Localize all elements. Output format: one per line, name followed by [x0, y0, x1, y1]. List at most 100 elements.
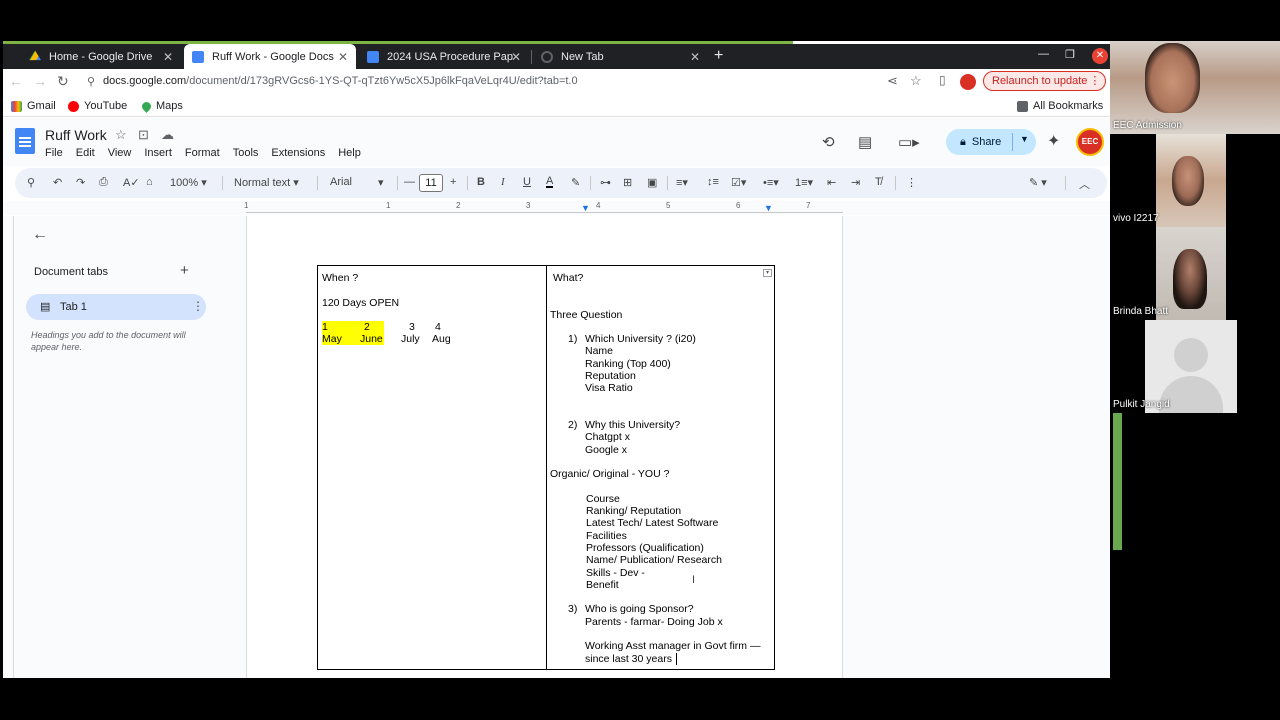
restore-icon[interactable]: ❐: [1065, 48, 1075, 61]
insert-image-icon[interactable]: ▣: [647, 176, 657, 189]
ruler-number: 7: [806, 201, 811, 210]
menu-file[interactable]: File: [45, 147, 63, 159]
redo-icon[interactable]: ↷: [76, 176, 85, 189]
increase-font-icon[interactable]: +: [450, 176, 456, 188]
relaunch-button[interactable]: Relaunch to update ⋮: [983, 71, 1107, 91]
participant-tile[interactable]: Brinda Bhatt: [1110, 227, 1280, 320]
document-title[interactable]: Ruff Work: [45, 127, 107, 143]
menu-format[interactable]: Format: [185, 147, 220, 159]
close-icon[interactable]: ✕: [163, 50, 173, 64]
menu-view[interactable]: View: [108, 147, 132, 159]
participant-tile[interactable]: Pulkit Jangid: [1110, 320, 1280, 413]
menu-help[interactable]: Help: [338, 147, 361, 159]
close-icon[interactable]: ✕: [511, 50, 521, 64]
tab-new-tab[interactable]: New Tab ✕: [533, 44, 708, 69]
style-select[interactable]: Normal text ▾: [234, 176, 299, 189]
star-icon[interactable]: ☆: [910, 73, 922, 89]
account-avatar[interactable]: EEC: [1076, 128, 1104, 156]
url-field[interactable]: docs.google.com/document/d/173gRVGcs6-1Y…: [103, 75, 578, 87]
more-icon[interactable]: ⋮: [192, 299, 204, 313]
menu-extensions[interactable]: Extensions: [271, 147, 325, 159]
share-button[interactable]: 🔒︎ Share ▼: [946, 129, 1036, 155]
link-icon[interactable]: ⊶: [600, 176, 611, 189]
back-icon[interactable]: ←: [9, 73, 23, 89]
add-tab-icon[interactable]: +: [180, 262, 189, 279]
undo-icon[interactable]: ↶: [53, 176, 62, 189]
menu-insert[interactable]: Insert: [144, 147, 172, 159]
search-menus-icon[interactable]: ⚲: [27, 176, 35, 189]
checklist-icon[interactable]: ☑▾: [731, 176, 746, 189]
bulleted-list-icon[interactable]: •≡▾: [763, 176, 779, 189]
side-panel-icon[interactable]: ▯: [939, 73, 946, 87]
zoom-select[interactable]: 100% ▾: [170, 176, 207, 189]
numbered-list-icon[interactable]: 1≡▾: [795, 176, 813, 189]
q1-number: 1): [568, 333, 578, 345]
forward-icon[interactable]: →: [33, 73, 47, 89]
more-icon[interactable]: ⋮: [906, 176, 917, 189]
ruler-band: [246, 205, 843, 213]
meet-icon[interactable]: ▭▸: [898, 133, 920, 151]
move-folder-icon[interactable]: ⊡: [138, 127, 149, 143]
chevron-down-icon[interactable]: ▼: [1020, 134, 1029, 144]
menu-edit[interactable]: Edit: [76, 147, 95, 159]
increase-indent-icon[interactable]: ⇥: [851, 176, 860, 189]
font-size-input[interactable]: 11: [419, 174, 443, 192]
bold-icon[interactable]: B: [477, 176, 485, 188]
comments-icon[interactable]: ▤: [858, 133, 872, 151]
decrease-font-icon[interactable]: —: [404, 176, 415, 188]
document-page[interactable]: When ? 120 Days OPEN 12 3 4 May June July…: [246, 216, 843, 678]
font-select[interactable]: Arial ▾: [330, 176, 388, 189]
site-info-icon[interactable]: ⚲: [87, 75, 95, 88]
print-icon[interactable]: ⎙: [99, 176, 108, 189]
docs-logo-icon[interactable]: [15, 128, 35, 154]
close-icon[interactable]: ✕: [690, 50, 700, 64]
underline-icon[interactable]: U: [523, 176, 531, 188]
decrease-indent-icon[interactable]: ⇤: [827, 176, 836, 189]
browser-window: Home - Google Drive ✕ Ruff Work - Google…: [3, 41, 1110, 678]
paint-format-icon[interactable]: ⌂: [146, 176, 153, 188]
highlight-icon[interactable]: ✎: [571, 176, 580, 189]
add-comment-icon[interactable]: ⊞: [623, 176, 632, 189]
reload-icon[interactable]: ↻: [57, 73, 69, 90]
profile-icon[interactable]: [960, 74, 976, 90]
bookmark-youtube[interactable]: YouTube: [68, 100, 127, 112]
minimize-icon[interactable]: —: [1038, 48, 1049, 60]
align-icon[interactable]: ≡▾: [676, 176, 688, 189]
editing-mode-icon[interactable]: ✎ ▾: [1029, 176, 1047, 189]
all-bookmarks[interactable]: All Bookmarks: [1017, 100, 1103, 112]
font-value: Arial: [330, 176, 353, 188]
bookmark-maps[interactable]: Maps: [140, 99, 183, 113]
participant-tile[interactable]: EEC Admission: [1110, 41, 1280, 134]
q1-item: Reputation: [585, 370, 636, 382]
tab-ruff-work[interactable]: Ruff Work - Google Docs ✕: [184, 44, 356, 69]
ruler-number: 2: [456, 201, 461, 210]
participant-tile[interactable]: vivo I2217: [1110, 134, 1280, 227]
document-table[interactable]: When ? 120 Days OPEN 12 3 4 May June July…: [317, 265, 775, 670]
organic-item: Ranking/ Reputation: [586, 505, 682, 517]
new-tab-button[interactable]: +: [714, 47, 723, 65]
chevron-up-icon[interactable]: ︿: [1079, 176, 1090, 192]
docs-icon: [192, 50, 204, 63]
history-icon[interactable]: ⟲: [822, 133, 835, 151]
indent-marker-icon[interactable]: ▼: [764, 203, 773, 213]
menu-tools[interactable]: Tools: [233, 147, 259, 159]
window-close-button[interactable]: ✕: [1092, 48, 1108, 64]
tab-usa-procedure[interactable]: 2024 USA Procedure Pap ✕: [359, 44, 529, 69]
back-arrow-icon[interactable]: ←: [32, 226, 48, 244]
italic-icon[interactable]: I: [501, 176, 505, 188]
indent-marker-icon[interactable]: ▼: [581, 203, 590, 213]
document-tab-1[interactable]: ▤ Tab 1 ⋮: [26, 294, 206, 320]
gemini-icon[interactable]: ✦: [1047, 131, 1060, 151]
bookmark-gmail[interactable]: Gmail: [11, 100, 56, 112]
line-spacing-icon[interactable]: ↕≡: [707, 176, 719, 188]
star-icon[interactable]: ☆: [115, 127, 127, 143]
close-icon[interactable]: ✕: [338, 50, 348, 64]
clear-formatting-icon[interactable]: T̸: [875, 176, 882, 188]
share-page-icon[interactable]: ⋖: [887, 73, 898, 89]
tab-google-drive[interactable]: Home - Google Drive ✕: [21, 44, 181, 69]
cell-menu-icon[interactable]: ▾: [763, 269, 772, 277]
tab-strip: Home - Google Drive ✕ Ruff Work - Google…: [3, 44, 1110, 69]
spellcheck-icon[interactable]: A✓: [123, 176, 140, 189]
cloud-saved-icon[interactable]: ☁: [161, 127, 174, 143]
text-color-icon[interactable]: A: [546, 176, 554, 188]
